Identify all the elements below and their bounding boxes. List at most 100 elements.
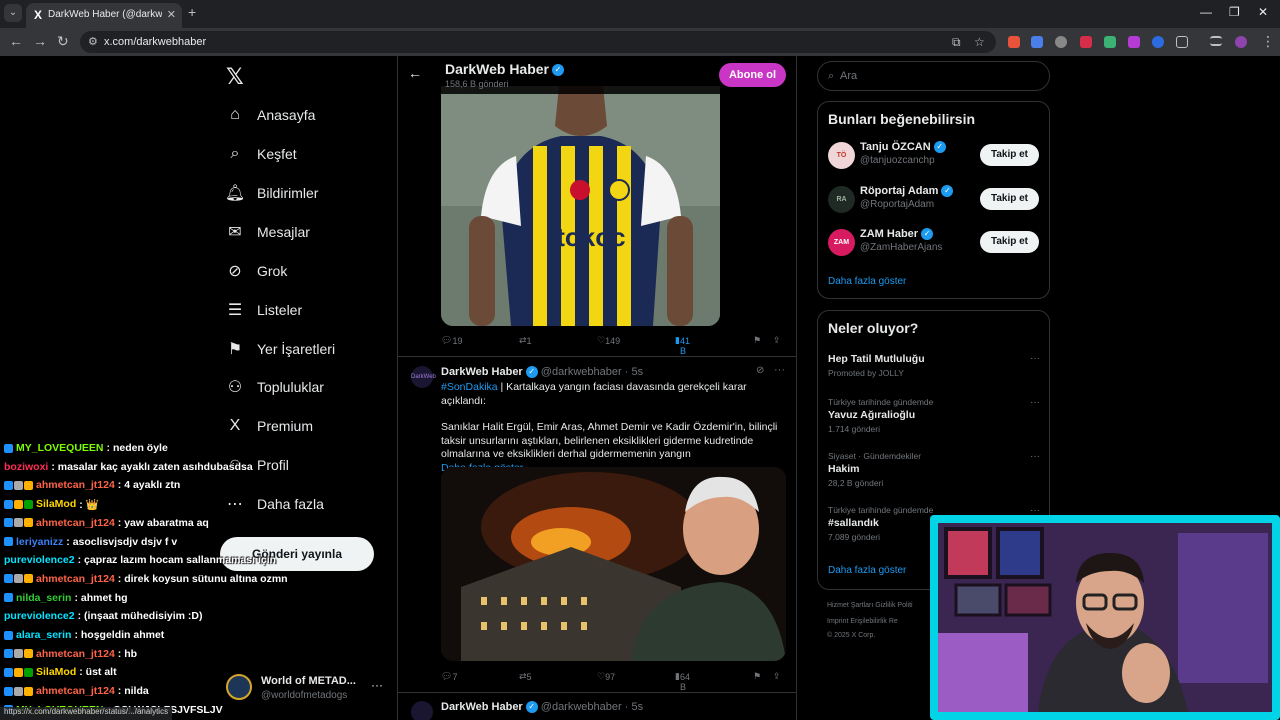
chat-username: leriyanizz — [16, 535, 64, 548]
more-dots-icon[interactable]: ··· — [774, 364, 785, 376]
repost-button[interactable]: ⇄ 1 — [519, 335, 532, 346]
post-image-fire[interactable] — [441, 467, 786, 661]
suggestion-name[interactable]: Röportaj Adam ✓ — [860, 185, 954, 198]
translate-extension-icon[interactable] — [1031, 36, 1043, 48]
tweet-handle[interactable]: @darkwebhaber — [541, 701, 622, 713]
search-input[interactable]: ⌕ Ara — [817, 61, 1050, 91]
nav-item-6[interactable]: ⚑ Yer İşaretleri — [226, 334, 335, 364]
bookmark-icon[interactable]: ⚑ — [753, 335, 761, 346]
suggestion-name[interactable]: Tanju ÖZCAN ✓ — [860, 141, 946, 154]
profile-avatar-icon[interactable] — [1235, 36, 1247, 48]
trend-item[interactable]: Siyaset · Gündemdekiler Hakim 28,2 B gönde… — [828, 451, 1040, 488]
reply-button[interactable]: 💬︎ 7 — [441, 671, 457, 682]
footer-links[interactable]: Imprint Erişilebilirlik Re — [827, 618, 898, 625]
profile-header: ← DarkWeb Haber ✓ 158,6 B gönderi Abone o… — [398, 56, 796, 94]
back-arrow-icon[interactable]: ← — [9, 33, 23, 49]
nav-label: Keşfet — [257, 146, 297, 162]
bookmark-star-icon[interactable]: ☆ — [974, 35, 985, 49]
suggestion-row[interactable]: RA Röportaj Adam ✓ @RoportajAdam Takip et — [828, 183, 1040, 217]
trend-item[interactable]: Türkiye tarihinde gündemde Yavuz Ağıralio… — [828, 397, 1040, 434]
chat-message: pureviolence2: çapraz lazım hocam sallan… — [4, 551, 276, 569]
reload-icon[interactable]: ↻ — [57, 33, 69, 50]
verified-badge-icon: ✓ — [933, 141, 946, 154]
suggestion-row[interactable]: TÖ Tanju ÖZCAN ✓ @tanjuozcanchp Takip et — [828, 139, 1040, 173]
grok-icon[interactable]: ⊘ — [756, 365, 764, 376]
share-icon[interactable]: ⇪ — [773, 335, 781, 346]
nav-item-0[interactable]: ⌂ Anasayfa — [226, 100, 315, 130]
extension-icon[interactable] — [1104, 36, 1116, 48]
new-tab-button[interactable]: + — [188, 4, 196, 20]
chat-username: ahmetcan_jt124 — [36, 685, 115, 698]
address-bar[interactable]: ⚙ x.com/darkwebhaber ⧉ ☆ — [80, 31, 996, 53]
avatar[interactable] — [411, 701, 433, 720]
install-app-icon[interactable]: ⧉ — [952, 35, 961, 50]
avatar[interactable]: RA — [828, 186, 855, 213]
nav-item-4[interactable]: ⊘ Grok — [226, 256, 287, 286]
nav-label: Topluluklar — [257, 379, 324, 395]
show-more-link[interactable]: Daha fazla göster — [828, 565, 906, 576]
views-button[interactable]: ▮ 41 B — [675, 335, 690, 356]
tweet-author[interactable]: DarkWeb Haber — [441, 701, 523, 713]
extension-icon[interactable] — [1080, 36, 1092, 48]
minimize-button[interactable]: — — [1200, 5, 1212, 19]
trend-item[interactable]: Hep Tatil Mutluluğu Promoted by JOLLY ··· — [828, 353, 1040, 378]
chat-badges — [4, 537, 13, 546]
nav-item-3[interactable]: ✉ Mesajlar — [226, 217, 310, 247]
tab-close-icon[interactable]: ✕ — [167, 8, 176, 21]
tweet-time[interactable]: · 5s — [625, 701, 643, 713]
suggestion-handle: @RoportajAdam — [860, 199, 935, 210]
more-dots-icon[interactable]: ··· — [1030, 353, 1040, 364]
status-bar-url: https://x.com/darkwebhaber/status/.../an… — [0, 707, 173, 720]
profile-name: DarkWeb Haber ✓ — [445, 61, 565, 77]
tweet-author[interactable]: DarkWeb Haber — [441, 366, 523, 378]
avatar[interactable]: ZAM — [828, 229, 855, 256]
chat-text: : masalar kaç ayaklı zaten asıhdubasdsa — [51, 460, 253, 473]
footer-links[interactable]: Hizmet Şartları Gizlilik Politi — [827, 602, 913, 609]
more-dots-icon[interactable]: ··· — [1030, 397, 1040, 408]
tweet-time[interactable]: · 5s — [625, 366, 643, 378]
bookmark-icon[interactable]: ⚑ — [753, 671, 761, 682]
like-button[interactable]: ♡ 149 — [597, 335, 620, 346]
tab-title: DarkWeb Haber (@darkwebhaber) / X — [48, 9, 162, 20]
follow-button[interactable]: Takip et — [980, 231, 1039, 253]
more-dots-icon[interactable]: ··· — [1030, 451, 1040, 462]
nav-item-2[interactable]: 🔔︎ Bildirimler — [225, 178, 319, 208]
maximize-button[interactable]: ❐ — [1229, 5, 1240, 19]
chat-text: : neden öyle — [106, 442, 168, 454]
suggestion-name[interactable]: ZAM Haber ✓ — [860, 228, 934, 241]
site-info-icon[interactable]: ⚙ — [88, 35, 98, 48]
nav-item-8[interactable]: X Premium — [226, 411, 313, 441]
close-window-button[interactable]: ✕ — [1258, 5, 1268, 19]
repost-button[interactable]: ⇄ 5 — [519, 671, 532, 682]
suggestion-row[interactable]: ZAM ZAM Haber ✓ @ZamHaberAjans Takip et — [828, 226, 1040, 260]
extension-icon[interactable] — [1008, 36, 1020, 48]
tweet-handle[interactable]: @darkwebhaber — [541, 366, 622, 378]
like-button[interactable]: ♡ 97 — [597, 671, 615, 682]
views-button[interactable]: ▮ 64 B — [675, 671, 690, 692]
nav-item-5[interactable]: ☰ Listeler — [226, 295, 302, 325]
browser-tab[interactable]: X DarkWeb Haber (@darkwebhaber) / X ✕ — [26, 3, 182, 28]
follow-button[interactable]: Takip et — [980, 144, 1039, 166]
back-arrow-icon[interactable]: ← — [408, 65, 422, 81]
browser-menu-icon[interactable]: ⋮ — [1261, 33, 1275, 50]
nav-item-7[interactable]: ⚇ Topluluklar — [226, 372, 324, 402]
chat-username: pureviolence2 — [4, 554, 75, 567]
reply-button[interactable]: 💬︎ 19 — [441, 335, 462, 346]
x-logo-icon[interactable]: 𝕏 — [226, 64, 244, 90]
show-more-link[interactable]: Daha fazla göster — [828, 276, 906, 287]
extension-icon[interactable] — [1152, 36, 1164, 48]
subscribe-button[interactable]: Abone ol — [719, 63, 786, 87]
extension-icon[interactable] — [1128, 36, 1140, 48]
extension-icon[interactable] — [1055, 36, 1067, 48]
avatar[interactable]: DarkWeb — [411, 366, 436, 388]
nav-item-1[interactable]: ⌕ Keşfet — [226, 139, 297, 169]
tab-search-button[interactable]: ⌄ — [4, 4, 22, 22]
forward-arrow-icon[interactable]: → — [33, 33, 47, 49]
avatar[interactable]: TÖ — [828, 142, 855, 169]
post-image-player[interactable]: itokoc — [441, 86, 720, 326]
extensions-puzzle-icon[interactable] — [1176, 36, 1188, 48]
follow-button[interactable]: Takip et — [980, 188, 1039, 210]
reading-list-icon[interactable] — [1210, 36, 1222, 46]
hashtag[interactable]: #SonDakika — [441, 381, 498, 393]
share-icon[interactable]: ⇪ — [773, 671, 781, 682]
